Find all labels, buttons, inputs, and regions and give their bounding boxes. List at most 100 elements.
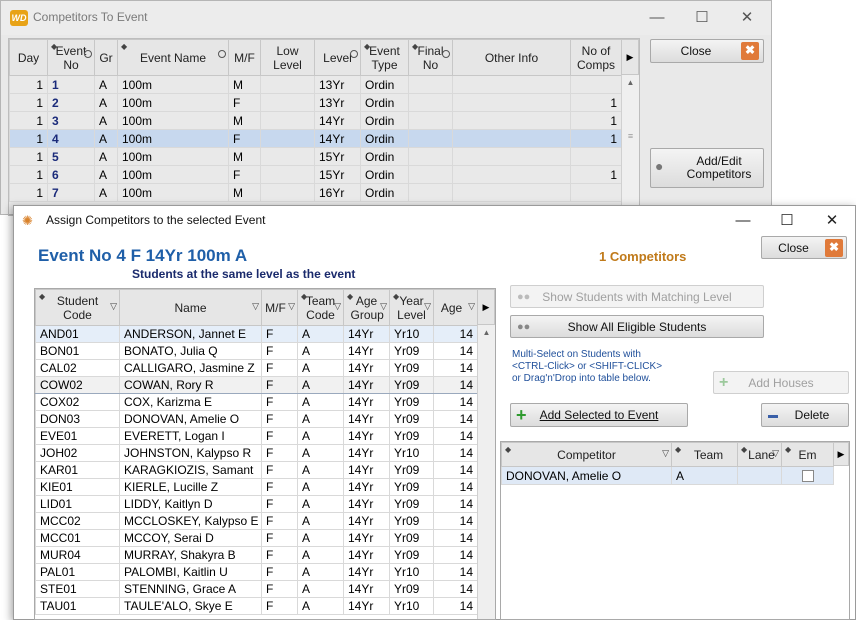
search-icon[interactable] (84, 50, 92, 58)
scroll-up-icon[interactable]: ▲ (622, 75, 639, 91)
table-row[interactable]: 1 1 A 100m M 13Yr Ordin (9, 75, 622, 94)
table-row[interactable]: TAU01 TAULE'ALO, Skye E F A 14Yr Yr10 14 (35, 597, 478, 615)
scroll-grip-icon[interactable]: ≡ (622, 131, 639, 141)
col-low-level[interactable]: Low Level (260, 39, 315, 76)
filter-icon[interactable]: ▽ (662, 448, 669, 459)
table-row[interactable]: 1 4 A 100m F 14Yr Ordin 1 (9, 129, 622, 148)
col-level[interactable]: Level (314, 39, 361, 76)
table-row[interactable]: DON03 DONOVAN, Amelie O F A 14Yr Yr09 14 (35, 410, 478, 428)
column-chooser-icon[interactable]: ▶ (621, 39, 639, 75)
close-window-icon[interactable]: ✕ (724, 3, 770, 33)
table-row[interactable]: AND01 ANDERSON, Jannet E F A 14Yr Yr10 14 (35, 325, 478, 343)
cell-year: Yr09 (389, 376, 434, 394)
col-age-group[interactable]: ◆ Age Group ▽ (343, 289, 390, 326)
col-event-type[interactable]: ◆ Event Type (360, 39, 409, 76)
table-row[interactable]: STE01 STENNING, Grace A F A 14Yr Yr09 14 (35, 580, 478, 598)
cell-year: Yr09 (389, 461, 434, 479)
add-houses-button[interactable]: + Add Houses (713, 371, 849, 394)
table-row[interactable]: EVE01 EVERETT, Logan I F A 14Yr Yr09 14 (35, 427, 478, 445)
front-close-button[interactable]: Close ✖ (761, 236, 847, 259)
col-year-level[interactable]: ◆ Year Level ▽ (389, 289, 434, 326)
col-lane[interactable]: ◆ Lane ▽ (737, 442, 782, 467)
col-mf[interactable]: M/F ▽ (261, 289, 298, 326)
cell-year: Yr10 (389, 597, 434, 615)
table-row[interactable]: 1 2 A 100m F 13Yr Ordin 1 (9, 93, 622, 112)
show-matching-level-button[interactable]: ●● Show Students with Matching Level (510, 285, 764, 308)
col-event-no[interactable]: ◆ Event No (47, 39, 95, 76)
table-row[interactable]: MUR04 MURRAY, Shakyra B F A 14Yr Yr09 14 (35, 546, 478, 564)
table-row[interactable]: LID01 LIDDY, Kaitlyn D F A 14Yr Yr09 14 (35, 495, 478, 513)
filter-icon[interactable]: ▽ (252, 301, 259, 312)
table-row[interactable]: 1 3 A 100m M 14Yr Ordin 1 (9, 111, 622, 130)
col-competitor[interactable]: ◆ Competitor ▽ (501, 442, 672, 467)
search-icon[interactable] (350, 50, 358, 58)
table-row[interactable]: COX02 COX, Karizma E F A 14Yr Yr09 14 (35, 393, 478, 411)
col-name[interactable]: Name ▽ (119, 289, 262, 326)
maximize-icon[interactable]: ☐ (764, 206, 810, 236)
em-checkbox[interactable] (801, 470, 814, 483)
table-row[interactable]: KIE01 KIERLE, Lucille Z F A 14Yr Yr09 14 (35, 478, 478, 496)
cell-team: A (297, 325, 344, 343)
cell-level: 15Yr (314, 165, 361, 184)
col-age[interactable]: Age ▽ (433, 289, 478, 326)
sort-icon: ◆ (675, 445, 682, 454)
col-em[interactable]: ◆ Em (781, 442, 834, 467)
col-other-info[interactable]: Other Info (452, 39, 571, 76)
minimize-icon[interactable]: — (634, 3, 680, 33)
table-row[interactable]: PAL01 PALOMBI, Kaitlin U F A 14Yr Yr10 14 (35, 563, 478, 581)
filter-icon[interactable]: ▽ (110, 301, 117, 312)
col-team-code[interactable]: ◆ Team Code ▽ (297, 289, 344, 326)
table-row[interactable]: KAR01 KARAGKIOZIS, Samant F A 14Yr Yr09 14 (35, 461, 478, 479)
col-mf[interactable]: M/F (228, 39, 261, 76)
table-row[interactable]: COW02 COWAN, Rory R F A 14Yr Yr09 14 (35, 376, 478, 394)
delete-button[interactable]: ▬ Delete (761, 403, 849, 427)
column-chooser-icon[interactable]: ▶ (833, 442, 849, 466)
cell-code: MUR04 (35, 546, 120, 564)
cell-type: Ordin (360, 165, 409, 184)
show-all-eligible-button[interactable]: ●● Show All Eligible Students (510, 315, 764, 338)
search-icon[interactable] (218, 50, 226, 58)
col-student-code[interactable]: ◆ Student Code ▽ (35, 289, 120, 326)
add-selected-to-event-button[interactable]: + Add Selected to Event (510, 403, 688, 427)
cell-mf: F (261, 512, 298, 530)
filter-icon[interactable]: ▽ (468, 301, 475, 312)
filter-icon[interactable]: ▽ (380, 301, 387, 312)
students-vertical-scrollbar[interactable]: ▲ (477, 325, 495, 619)
filter-icon[interactable]: ▽ (772, 448, 779, 459)
table-row[interactable]: MCC02 MCCLOSKEY, Kalypso E F A 14Yr Yr09 14 (35, 512, 478, 530)
cell-team: A (297, 495, 344, 513)
back-vertical-scrollbar[interactable]: ▲ ≡ (621, 75, 639, 215)
col-event-name[interactable]: ◆ Event Name (117, 39, 229, 76)
table-row[interactable]: MCC01 MCCOY, Serai D F A 14Yr Yr09 14 (35, 529, 478, 547)
table-row[interactable]: JOH02 JOHNSTON, Kalypso R F A 14Yr Yr10 14 (35, 444, 478, 462)
cell-group: 14Yr (343, 597, 390, 615)
search-icon[interactable] (442, 50, 450, 58)
table-row[interactable]: 1 5 A 100m M 15Yr Ordin (9, 147, 622, 166)
add-edit-competitors-button[interactable]: ● Add/Edit Competitors (650, 148, 764, 188)
cell-group: 14Yr (343, 376, 390, 394)
maximize-icon[interactable]: ☐ (679, 3, 725, 33)
cell-mf: F (261, 342, 298, 360)
cell-code: AND01 (35, 325, 120, 343)
table-row[interactable]: BON01 BONATO, Julia Q F A 14Yr Yr09 14 (35, 342, 478, 360)
cell-name: 100m (117, 129, 229, 148)
column-chooser-icon[interactable]: ▶ (477, 289, 495, 325)
filter-icon[interactable]: ▽ (288, 301, 295, 312)
scroll-up-icon[interactable]: ▲ (478, 325, 495, 341)
col-day[interactable]: Day (9, 39, 48, 76)
cell-code: STE01 (35, 580, 120, 598)
table-row[interactable]: CAL02 CALLIGARO, Jasmine Z F A 14Yr Yr09 14 (35, 359, 478, 377)
table-row[interactable]: 1 7 A 100m M 16Yr Ordin (9, 183, 622, 202)
table-row[interactable]: DONOVAN, Amelie OA (501, 466, 834, 485)
col-gr[interactable]: Gr (94, 39, 118, 76)
col-team[interactable]: ◆ Team (671, 442, 738, 467)
filter-icon[interactable]: ▽ (334, 301, 341, 312)
col-no-of-comps[interactable]: No of Comps (570, 39, 622, 76)
cell-name: PALOMBI, Kaitlin U (119, 563, 262, 581)
table-row[interactable]: 1 6 A 100m F 15Yr Ordin 1 (9, 165, 622, 184)
col-final-no[interactable]: ◆ Final No (408, 39, 453, 76)
close-window-icon[interactable]: ✕ (809, 206, 855, 236)
back-close-button[interactable]: Close ✖ (650, 39, 764, 63)
filter-icon[interactable]: ▽ (424, 301, 431, 312)
minimize-icon[interactable]: — (720, 206, 766, 236)
